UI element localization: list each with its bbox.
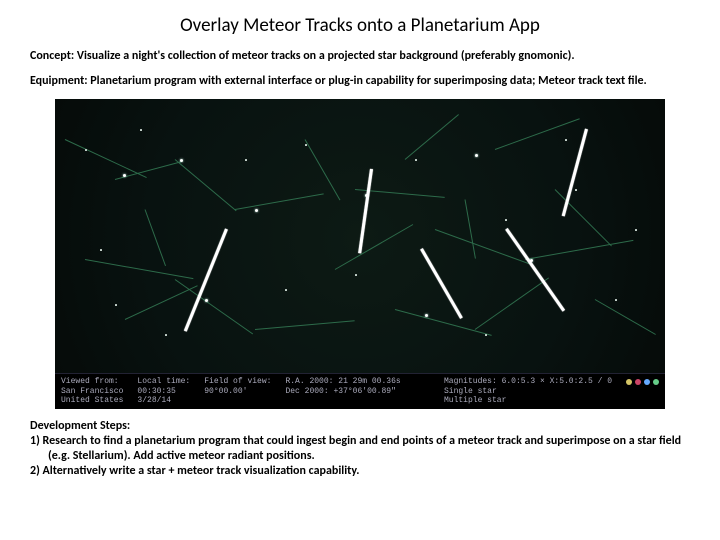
info-location-country: United States (61, 396, 123, 406)
info-time: 00:30:35 (137, 387, 190, 397)
meteor-track (420, 248, 462, 319)
concept-label: Concept: (30, 49, 74, 63)
meteor-track (562, 129, 588, 217)
info-multiple-star: Multiple star (444, 396, 612, 406)
info-magnitudes: Magnitudes: 6.0:5.3 × X:5.0:2.5 / 0 (444, 377, 612, 387)
info-viewed-from-label: Viewed from: (61, 377, 123, 387)
equipment-text: Planetarium program with external interf… (90, 74, 647, 88)
step-1: 1) Research to find a planetarium progra… (30, 434, 690, 464)
info-date: 3/28/14 (137, 396, 190, 406)
info-localtime-label: Local time: (137, 377, 190, 387)
concept-text: Visualize a night's collection of meteor… (77, 49, 575, 63)
planetarium-image: Viewed from: San Francisco United States… (55, 99, 665, 409)
concept-line: Concept: Visualize a night's collection … (30, 49, 690, 64)
meteor-track (184, 229, 228, 332)
info-ra: R.A. 2000: 21 29m 00.36s (285, 377, 400, 387)
info-dec: Dec 2000: +37°06'00.89" (285, 387, 400, 397)
info-fov-value: 90°00.00' (204, 387, 271, 397)
info-location-city: San Francisco (61, 387, 123, 397)
equipment-label: Equipment: (30, 74, 88, 88)
step-2: 2) Alternatively write a star + meteor t… (30, 464, 690, 479)
info-single-star: Single star (444, 387, 612, 397)
info-fov-label: Field of view: (204, 377, 271, 387)
legend-dots (626, 379, 659, 385)
meteor-track (505, 228, 564, 311)
page-title: Overlay Meteor Tracks onto a Planetarium… (30, 14, 690, 37)
meteor-track (358, 169, 372, 254)
equipment-line: Equipment: Planetarium program with exte… (30, 74, 690, 89)
steps-heading: Development Steps: (30, 419, 690, 434)
development-steps: Development Steps: 1) Research to find a… (30, 419, 690, 479)
planetarium-infobar: Viewed from: San Francisco United States… (55, 373, 665, 409)
